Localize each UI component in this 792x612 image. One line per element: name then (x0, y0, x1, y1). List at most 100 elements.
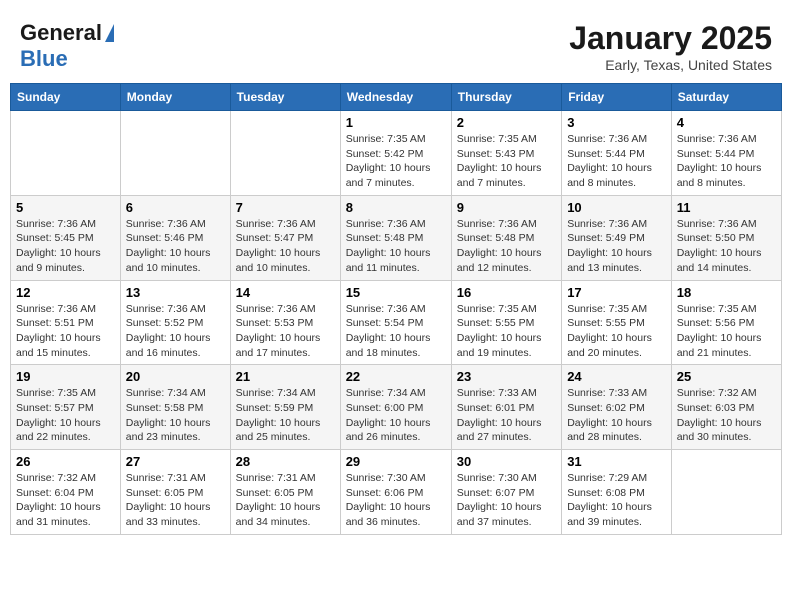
calendar-cell: 13 Sunrise: 7:36 AM Sunset: 5:52 PM Dayli… (120, 280, 230, 365)
day-number: 22 (346, 369, 446, 384)
day-info: Sunrise: 7:36 AM Sunset: 5:48 PM Dayligh… (346, 217, 446, 276)
day-number: 19 (16, 369, 115, 384)
logo-blue: Blue (20, 46, 68, 71)
calendar-cell: 14 Sunrise: 7:36 AM Sunset: 5:53 PM Dayli… (230, 280, 340, 365)
day-number: 9 (457, 200, 556, 215)
calendar-cell (230, 111, 340, 196)
day-number: 13 (126, 285, 225, 300)
calendar-body: 1 Sunrise: 7:35 AM Sunset: 5:42 PM Daylig… (11, 111, 782, 535)
calendar-cell: 8 Sunrise: 7:36 AM Sunset: 5:48 PM Daylig… (340, 195, 451, 280)
day-number: 15 (346, 285, 446, 300)
calendar-day-header: Wednesday (340, 84, 451, 111)
page-subtitle: Early, Texas, United States (569, 57, 772, 73)
day-number: 21 (236, 369, 335, 384)
day-info: Sunrise: 7:30 AM Sunset: 6:06 PM Dayligh… (346, 471, 446, 530)
day-info: Sunrise: 7:36 AM Sunset: 5:44 PM Dayligh… (567, 132, 666, 191)
day-number: 23 (457, 369, 556, 384)
calendar-day-header: Thursday (451, 84, 561, 111)
day-info: Sunrise: 7:29 AM Sunset: 6:08 PM Dayligh… (567, 471, 666, 530)
day-info: Sunrise: 7:35 AM Sunset: 5:43 PM Dayligh… (457, 132, 556, 191)
day-info: Sunrise: 7:32 AM Sunset: 6:03 PM Dayligh… (677, 386, 776, 445)
calendar-cell: 16Sunrise: 7:35 AM Sunset: 5:55 PM Dayli… (451, 280, 561, 365)
calendar-cell: 19 Sunrise: 7:35 AM Sunset: 5:57 PM Dayli… (11, 365, 121, 450)
calendar-cell: 28Sunrise: 7:31 AM Sunset: 6:05 PM Dayli… (230, 450, 340, 535)
day-info: Sunrise: 7:36 AM Sunset: 5:47 PM Dayligh… (236, 217, 335, 276)
day-info: Sunrise: 7:36 AM Sunset: 5:53 PM Dayligh… (236, 302, 335, 361)
day-number: 27 (126, 454, 225, 469)
day-number: 31 (567, 454, 666, 469)
day-info: Sunrise: 7:36 AM Sunset: 5:54 PM Dayligh… (346, 302, 446, 361)
day-number: 10 (567, 200, 666, 215)
day-info: Sunrise: 7:34 AM Sunset: 6:00 PM Dayligh… (346, 386, 446, 445)
day-number: 29 (346, 454, 446, 469)
calendar-cell: 9 Sunrise: 7:36 AM Sunset: 5:48 PM Daylig… (451, 195, 561, 280)
day-number: 2 (457, 115, 556, 130)
day-number: 30 (457, 454, 556, 469)
calendar-cell: 3 Sunrise: 7:36 AM Sunset: 5:44 PM Daylig… (562, 111, 672, 196)
day-info: Sunrise: 7:36 AM Sunset: 5:46 PM Dayligh… (126, 217, 225, 276)
day-info: Sunrise: 7:36 AM Sunset: 5:50 PM Dayligh… (677, 217, 776, 276)
calendar-cell: 12 Sunrise: 7:36 AM Sunset: 5:51 PM Dayli… (11, 280, 121, 365)
day-number: 7 (236, 200, 335, 215)
calendar-cell (11, 111, 121, 196)
day-info: Sunrise: 7:35 AM Sunset: 5:55 PM Dayligh… (567, 302, 666, 361)
calendar-cell: 2 Sunrise: 7:35 AM Sunset: 5:43 PM Daylig… (451, 111, 561, 196)
day-number: 5 (16, 200, 115, 215)
calendar-week-row: 12 Sunrise: 7:36 AM Sunset: 5:51 PM Dayli… (11, 280, 782, 365)
day-number: 12 (16, 285, 115, 300)
calendar-cell: 29 Sunrise: 7:30 AM Sunset: 6:06 PM Dayli… (340, 450, 451, 535)
day-number: 8 (346, 200, 446, 215)
day-info: Sunrise: 7:34 AM Sunset: 5:58 PM Dayligh… (126, 386, 225, 445)
calendar-table: SundayMondayTuesdayWednesdayThursdayFrid… (10, 83, 782, 535)
day-number: 28 (236, 454, 335, 469)
calendar-cell: 1 Sunrise: 7:35 AM Sunset: 5:42 PM Daylig… (340, 111, 451, 196)
logo: General Blue (20, 20, 114, 72)
calendar-header-row: SundayMondayTuesdayWednesdayThursdayFrid… (11, 84, 782, 111)
day-info: Sunrise: 7:35 AM Sunset: 5:57 PM Dayligh… (16, 386, 115, 445)
calendar-cell: 7 Sunrise: 7:36 AM Sunset: 5:47 PM Daylig… (230, 195, 340, 280)
calendar-week-row: 26Sunrise: 7:32 AM Sunset: 6:04 PM Dayli… (11, 450, 782, 535)
calendar-cell: 21 Sunrise: 7:34 AM Sunset: 5:59 PM Dayli… (230, 365, 340, 450)
calendar-cell: 25 Sunrise: 7:32 AM Sunset: 6:03 PM Dayli… (671, 365, 781, 450)
day-info: Sunrise: 7:35 AM Sunset: 5:55 PM Dayligh… (457, 302, 556, 361)
day-info: Sunrise: 7:36 AM Sunset: 5:45 PM Dayligh… (16, 217, 115, 276)
day-number: 3 (567, 115, 666, 130)
day-number: 1 (346, 115, 446, 130)
calendar-cell: 20 Sunrise: 7:34 AM Sunset: 5:58 PM Dayli… (120, 365, 230, 450)
logo-general: General (20, 20, 102, 46)
calendar-cell (671, 450, 781, 535)
day-info: Sunrise: 7:36 AM Sunset: 5:51 PM Dayligh… (16, 302, 115, 361)
calendar-week-row: 19 Sunrise: 7:35 AM Sunset: 5:57 PM Dayli… (11, 365, 782, 450)
page-header: General Blue January 2025 Early, Texas, … (10, 10, 782, 78)
calendar-cell: 6 Sunrise: 7:36 AM Sunset: 5:46 PM Daylig… (120, 195, 230, 280)
calendar-cell: 18Sunrise: 7:35 AM Sunset: 5:56 PM Dayli… (671, 280, 781, 365)
calendar-cell (120, 111, 230, 196)
day-info: Sunrise: 7:34 AM Sunset: 5:59 PM Dayligh… (236, 386, 335, 445)
day-number: 26 (16, 454, 115, 469)
day-number: 11 (677, 200, 776, 215)
calendar-day-header: Friday (562, 84, 672, 111)
calendar-day-header: Sunday (11, 84, 121, 111)
calendar-cell: 4Sunrise: 7:36 AM Sunset: 5:44 PM Daylig… (671, 111, 781, 196)
day-info: Sunrise: 7:35 AM Sunset: 5:42 PM Dayligh… (346, 132, 446, 191)
calendar-day-header: Monday (120, 84, 230, 111)
calendar-cell: 15 Sunrise: 7:36 AM Sunset: 5:54 PM Dayli… (340, 280, 451, 365)
day-number: 14 (236, 285, 335, 300)
day-info: Sunrise: 7:33 AM Sunset: 6:02 PM Dayligh… (567, 386, 666, 445)
logo-triangle-icon (105, 24, 114, 42)
day-number: 24 (567, 369, 666, 384)
calendar-cell: 26Sunrise: 7:32 AM Sunset: 6:04 PM Dayli… (11, 450, 121, 535)
calendar-week-row: 1 Sunrise: 7:35 AM Sunset: 5:42 PM Daylig… (11, 111, 782, 196)
calendar-cell: 30Sunrise: 7:30 AM Sunset: 6:07 PM Dayli… (451, 450, 561, 535)
calendar-week-row: 5 Sunrise: 7:36 AM Sunset: 5:45 PM Daylig… (11, 195, 782, 280)
page-title: January 2025 (569, 20, 772, 57)
day-info: Sunrise: 7:36 AM Sunset: 5:52 PM Dayligh… (126, 302, 225, 361)
calendar-cell: 24 Sunrise: 7:33 AM Sunset: 6:02 PM Dayli… (562, 365, 672, 450)
day-number: 6 (126, 200, 225, 215)
day-info: Sunrise: 7:36 AM Sunset: 5:48 PM Dayligh… (457, 217, 556, 276)
calendar-cell: 27Sunrise: 7:31 AM Sunset: 6:05 PM Dayli… (120, 450, 230, 535)
day-number: 25 (677, 369, 776, 384)
calendar-cell: 31 Sunrise: 7:29 AM Sunset: 6:08 PM Dayli… (562, 450, 672, 535)
calendar-cell: 23Sunrise: 7:33 AM Sunset: 6:01 PM Dayli… (451, 365, 561, 450)
day-number: 20 (126, 369, 225, 384)
